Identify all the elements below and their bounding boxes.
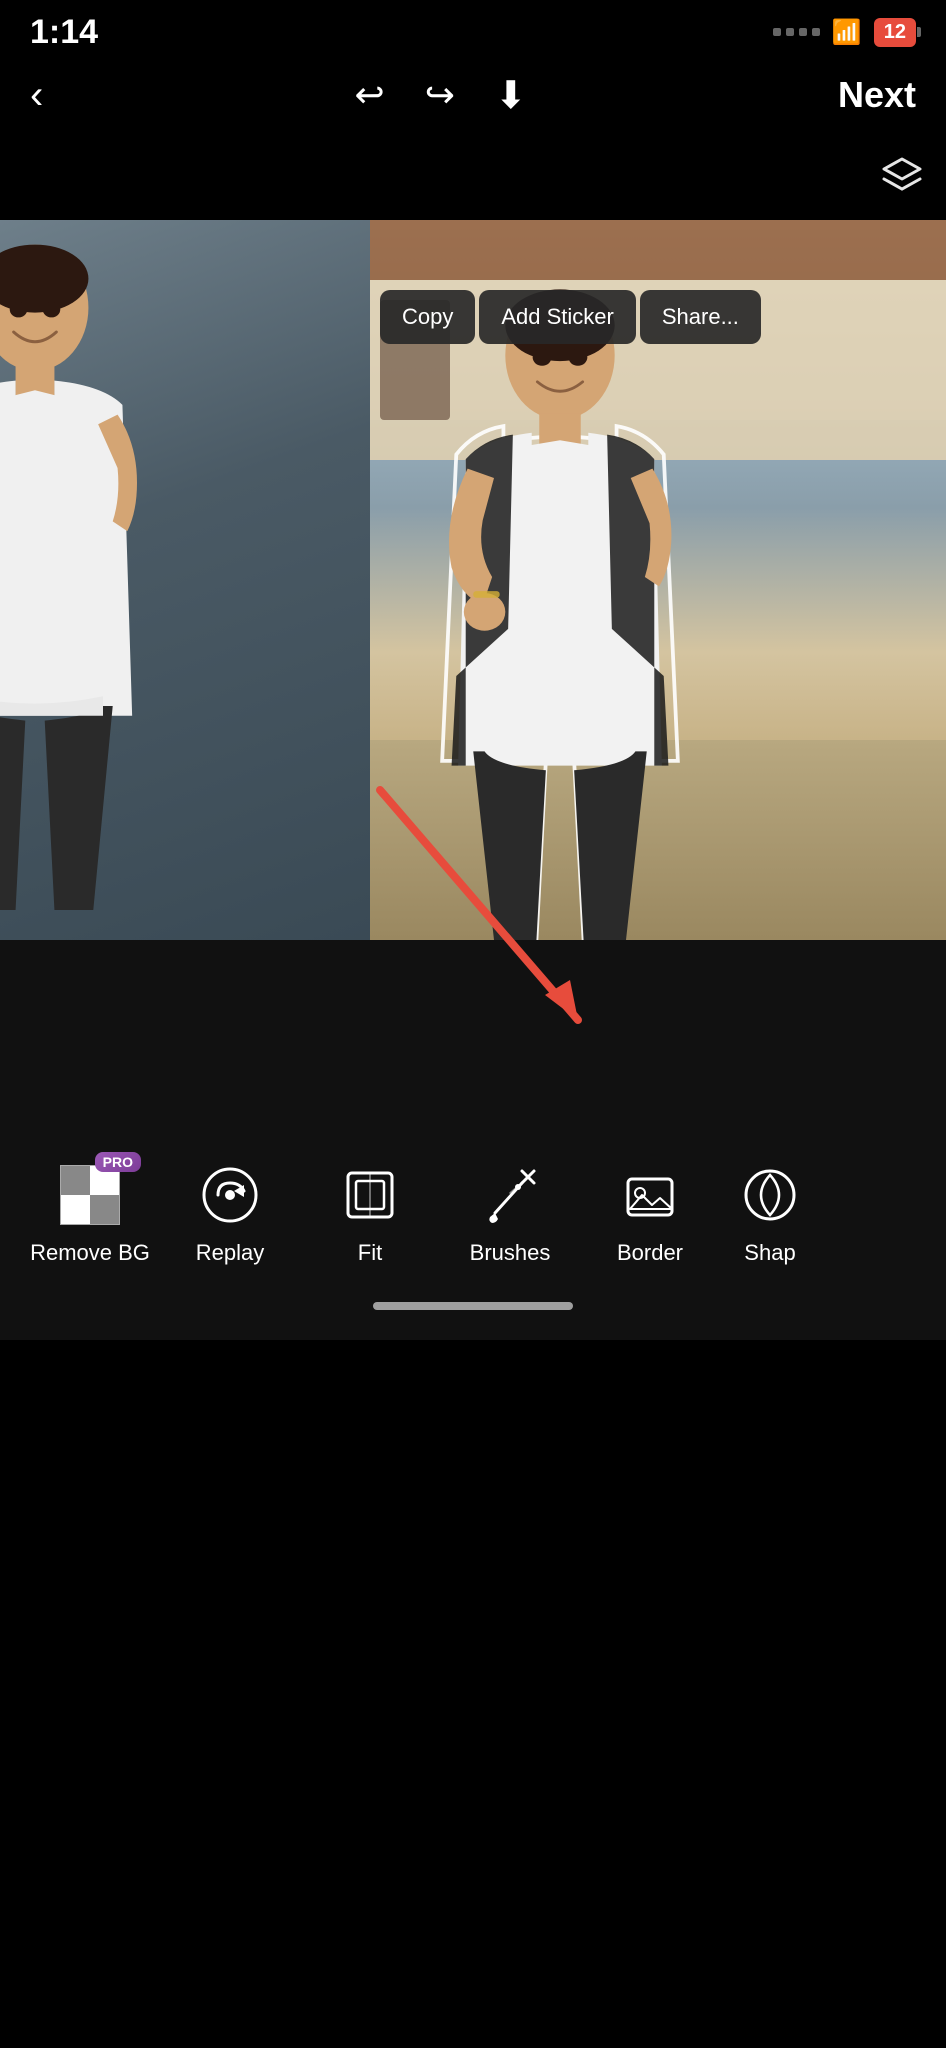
toolbar-left: ‹ <box>30 73 43 118</box>
remove-bg-icon <box>60 1165 120 1225</box>
canvas-left-photo <box>0 220 370 940</box>
remove-bg-label: Remove BG <box>30 1240 150 1266</box>
replay-icon <box>200 1165 260 1225</box>
status-right-icons: 📶 12 <box>773 18 916 47</box>
copy-button[interactable]: Copy <box>380 290 475 344</box>
canvas-right-photo: Copy Add Sticker Share... <box>370 220 946 940</box>
context-menu: Copy Add Sticker Share... <box>380 290 761 344</box>
person-right-svg <box>390 280 730 940</box>
brushes-icon <box>480 1165 540 1225</box>
tool-brushes[interactable]: Brushes <box>440 1144 580 1282</box>
tool-replay[interactable]: Replay <box>160 1144 300 1282</box>
shape-label: Shap <box>744 1240 795 1266</box>
home-indicator <box>373 1302 573 1310</box>
share-button[interactable]: Share... <box>640 290 761 344</box>
brushes-icon-wrap <box>475 1160 545 1230</box>
replay-icon-wrap <box>195 1160 265 1230</box>
pro-badge: PRO <box>95 1152 141 1172</box>
bottom-toolbar: PRO Remove BG Replay <box>0 1144 946 1282</box>
fit-label: Fit <box>358 1240 382 1266</box>
canvas-area: Copy Add Sticker Share... <box>0 220 946 940</box>
fit-icon-wrap <box>335 1160 405 1230</box>
main-toolbar: ‹ ↩ ↪ ⬇ Next <box>0 60 946 140</box>
battery-indicator: 12 <box>874 18 916 47</box>
add-sticker-button[interactable]: Add Sticker <box>479 290 636 344</box>
tool-remove-bg[interactable]: PRO Remove BG <box>20 1144 160 1282</box>
status-bar: 1:14 📶 12 <box>0 0 946 60</box>
toolbar-center: ↩ ↪ ⬇ <box>355 73 527 118</box>
layers-area <box>0 140 946 220</box>
status-time: 1:14 <box>30 13 98 52</box>
tool-border[interactable]: Border <box>580 1144 720 1282</box>
person-left-svg <box>0 230 185 910</box>
download-button[interactable]: ⬇ <box>495 73 527 118</box>
border-icon <box>620 1165 680 1225</box>
undo-button[interactable]: ↩ <box>355 74 385 116</box>
replay-label: Replay <box>196 1240 264 1266</box>
tool-fit[interactable]: Fit <box>300 1144 440 1282</box>
bottom-section: PRO Remove BG Replay <box>0 940 946 1340</box>
brushes-label: Brushes <box>470 1240 551 1266</box>
signal-icon <box>773 28 820 36</box>
border-label: Border <box>617 1240 683 1266</box>
fit-icon <box>340 1165 400 1225</box>
redo-button[interactable]: ↪ <box>425 74 455 116</box>
next-button[interactable]: Next <box>838 74 916 116</box>
back-button[interactable]: ‹ <box>30 73 43 118</box>
shape-icon <box>740 1165 800 1225</box>
layers-icon[interactable] <box>878 151 926 209</box>
tool-shape[interactable]: Shap <box>720 1144 820 1282</box>
remove-bg-icon-wrap: PRO <box>55 1160 125 1230</box>
wifi-icon: 📶 <box>832 18 862 47</box>
border-icon-wrap <box>615 1160 685 1230</box>
shape-icon-wrap <box>735 1160 805 1230</box>
